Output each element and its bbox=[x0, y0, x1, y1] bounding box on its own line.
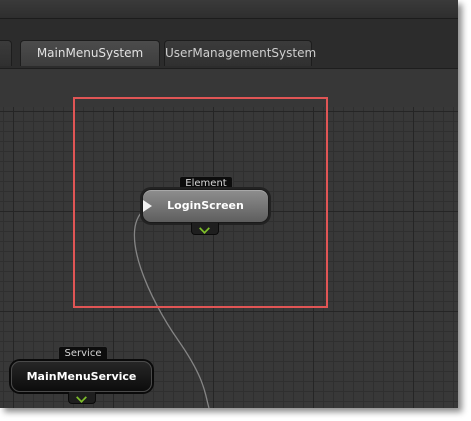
service-output-port[interactable] bbox=[68, 392, 96, 404]
element-node-label: LoginScreen bbox=[167, 199, 244, 212]
element-node-login-screen[interactable]: LoginScreen bbox=[142, 189, 269, 223]
element-output-port[interactable] bbox=[191, 223, 219, 235]
service-node-label: MainMenuService bbox=[26, 370, 137, 383]
element-type-tag: Element bbox=[179, 176, 233, 190]
service-type-tag: Service bbox=[58, 346, 108, 360]
chevron-down-icon bbox=[199, 223, 210, 234]
chevron-down-icon bbox=[76, 392, 87, 403]
element-input-port[interactable] bbox=[143, 200, 152, 212]
graph-editor-window: MainMenuSystem UserManagementSystem Elem… bbox=[0, 0, 458, 408]
service-node-main-menu-service[interactable]: MainMenuService bbox=[11, 361, 152, 392]
